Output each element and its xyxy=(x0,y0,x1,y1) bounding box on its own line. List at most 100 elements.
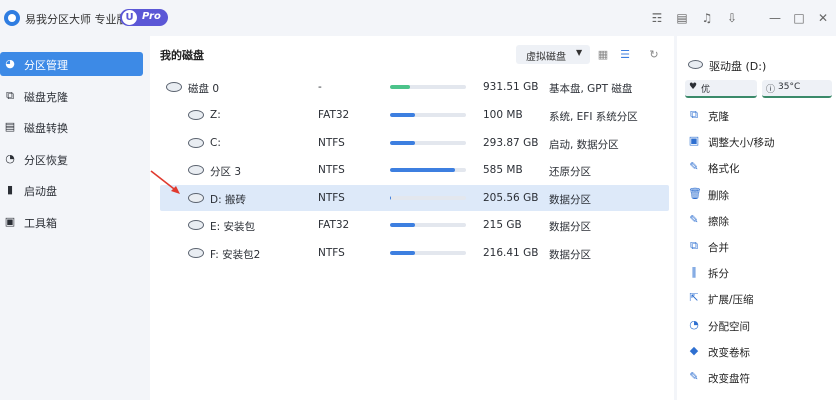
sidebar-item-boot-disk[interactable]: ▮ 启动盘 xyxy=(0,178,143,202)
usage-bar-fill xyxy=(390,168,455,172)
usage-bar xyxy=(390,113,466,117)
partition-size: 215 GB xyxy=(483,219,522,231)
sidebar-item-partition-manager[interactable]: ◕ 分区管理 xyxy=(0,52,143,76)
thermometer-icon: ⓘ xyxy=(766,85,776,95)
action-label: 克隆 xyxy=(708,111,729,123)
usage-bar xyxy=(390,223,466,227)
action-split[interactable]: ‖ 拆分 xyxy=(688,263,828,283)
health-icon: ♥ xyxy=(689,82,698,92)
action-label: 改变盘符 xyxy=(708,373,750,385)
virtual-disk-dropdown[interactable]: 虚拟磁盘 ▼ xyxy=(516,45,590,64)
usage-bar-fill xyxy=(390,196,391,200)
sidebar-item-label: 分区管理 xyxy=(24,59,68,72)
app-logo-icon xyxy=(4,10,20,26)
download-icon[interactable]: ⇩ xyxy=(725,11,739,25)
partition-name: E: 安装包 xyxy=(210,221,256,233)
partition-name: 磁盘 0 xyxy=(188,83,220,95)
action-extend[interactable]: ⇱ 扩展/压缩 xyxy=(688,289,828,309)
partition-icon xyxy=(188,110,204,120)
usage-bar xyxy=(390,196,466,200)
selected-drive-label: 驱动盘 (D:) xyxy=(709,60,767,73)
label-icon: ◆ xyxy=(689,343,699,357)
file-system: - xyxy=(318,81,322,93)
usage-bar-fill xyxy=(390,141,415,145)
trash-icon: 🗑 xyxy=(688,186,702,200)
file-system: FAT32 xyxy=(318,219,350,231)
sidebar-item-label: 工具箱 xyxy=(24,217,57,230)
disk-icon xyxy=(166,82,182,92)
action-label: 拆分 xyxy=(708,268,729,281)
action-clone[interactable]: ⧉ 克隆 xyxy=(688,106,828,126)
sidebar-item-disk-clone[interactable]: ⧉ 磁盘克隆 xyxy=(0,84,143,108)
file-system: NTFS xyxy=(318,164,345,176)
action-label[interactable]: ◆ 改变卷标 xyxy=(688,342,828,362)
grid-view-icon[interactable]: ▦ xyxy=(596,48,610,62)
partition-size: 585 MB xyxy=(483,164,523,176)
partition-size: 216.41 GB xyxy=(483,247,539,259)
pro-badge-label: Pro xyxy=(142,11,161,22)
usage-bar-fill xyxy=(390,251,415,255)
partition-type: 数据分区 xyxy=(549,221,591,233)
action-label: 扩展/压缩 xyxy=(708,294,754,307)
partition-icon xyxy=(188,165,204,175)
partition-row[interactable]: F: 安装包2 NTFS 216.41 GB 数据分区 xyxy=(160,240,669,266)
action-drive-letter[interactable]: ✎ 改变盘符 xyxy=(688,368,828,388)
minimize-icon[interactable]: — xyxy=(768,11,782,25)
pie-chart-icon: ◕ xyxy=(5,57,15,70)
caret-down-icon: ▼ xyxy=(576,48,583,57)
title-bar: 易我分区大师 专业版 U Pro ☶ ▤ ♫ ⇩ — □ ✕ xyxy=(0,0,836,36)
partition-type: 系统, EFI 系统分区 xyxy=(549,111,638,123)
split-icon: ‖ xyxy=(691,265,697,279)
bell-icon[interactable]: ♫ xyxy=(700,11,714,25)
partition-row[interactable]: E: 安装包 FAT32 215 GB 数据分区 xyxy=(160,212,669,238)
eraser-icon: ✎ xyxy=(689,212,699,226)
partition-name: C: xyxy=(210,137,221,149)
document-icon[interactable]: ▤ xyxy=(675,11,689,25)
maximize-icon[interactable]: □ xyxy=(792,11,806,25)
partition-type: 还原分区 xyxy=(549,166,591,178)
partition-row[interactable]: C: NTFS 293.87 GB 启动, 数据分区 xyxy=(160,130,669,156)
action-label: 调整大小/移动 xyxy=(708,137,775,150)
headset-icon[interactable]: ☶ xyxy=(650,11,664,25)
merge-icon: ⧉ xyxy=(690,239,698,252)
action-label: 合并 xyxy=(708,242,729,254)
refresh-icon[interactable]: ↻ xyxy=(647,48,661,62)
file-system: NTFS xyxy=(318,247,345,259)
partition-name: 分区 3 xyxy=(210,166,242,178)
close-icon[interactable]: ✕ xyxy=(816,11,830,25)
sidebar-item-partition-recovery[interactable]: ◔ 分区恢复 xyxy=(0,147,143,171)
partition-icon xyxy=(188,138,204,148)
partition-type: 启动, 数据分区 xyxy=(549,139,619,151)
usage-bar xyxy=(390,85,466,89)
action-format[interactable]: ✎ 格式化 xyxy=(688,158,828,178)
partition-type: 基本盘, GPT 磁盘 xyxy=(549,83,633,95)
usage-bar-fill xyxy=(390,85,410,89)
action-trash[interactable]: 🗑 删除 xyxy=(688,185,828,205)
recover-icon: ◔ xyxy=(5,152,15,165)
disk-row[interactable]: 磁盘 0 - 931.51 GB 基本盘, GPT 磁盘 xyxy=(160,74,669,100)
file-system: NTFS xyxy=(318,192,345,204)
list-view-icon[interactable]: ☰ xyxy=(618,48,632,62)
app-title: 易我分区大师 专业版 xyxy=(25,13,128,26)
partition-size: 293.87 GB xyxy=(483,137,539,149)
health-status-badge: ♥ 优 xyxy=(685,80,757,98)
sidebar-item-label: 分区恢复 xyxy=(24,154,68,167)
usage-bar-fill xyxy=(390,223,415,227)
action-merge[interactable]: ⧉ 合并 xyxy=(688,237,828,257)
temperature-label: 35°C xyxy=(778,82,801,92)
usage-bar-fill xyxy=(390,113,415,117)
action-resize[interactable]: ▣ 调整大小/移动 xyxy=(688,132,828,152)
action-allocate[interactable]: ◔ 分配空间 xyxy=(688,316,828,336)
actions-panel: 驱动盘 (D:) ♥ 优 ⓘ 35°C ⧉ 克隆 ▣ 调整大小/移动 ✎ 格式化 🗑 删除 ✎ 擦… xyxy=(677,36,836,400)
format-icon: ✎ xyxy=(689,160,699,174)
partition-row[interactable]: Z: FAT32 100 MB 系统, EFI 系统分区 xyxy=(160,102,669,128)
toolbox-icon: ▣ xyxy=(4,215,16,228)
usage-bar xyxy=(390,168,466,172)
sidebar: ◕ 分区管理 ⧉ 磁盘克隆 ▤ 磁盘转换 ◔ 分区恢复 ▮ 启动盘 ▣ 工具箱 xyxy=(0,36,150,400)
sidebar-item-toolbox[interactable]: ▣ 工具箱 xyxy=(0,210,143,234)
action-eraser[interactable]: ✎ 擦除 xyxy=(688,211,828,231)
pro-badge[interactable]: U Pro xyxy=(120,9,168,26)
partition-row[interactable]: D: 搬砖 NTFS 205.56 GB 数据分区 xyxy=(160,185,669,211)
partition-row[interactable]: 分区 3 NTFS 585 MB 还原分区 xyxy=(160,157,669,183)
sidebar-item-disk-convert[interactable]: ▤ 磁盘转换 xyxy=(0,115,143,139)
